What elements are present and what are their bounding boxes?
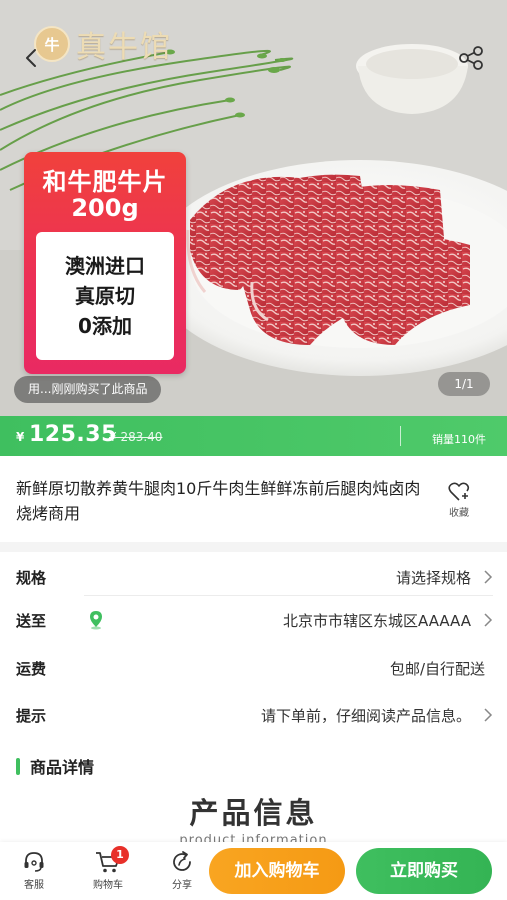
spec-label: 规格 (16, 569, 47, 587)
brand-name: 真牛馆 (76, 30, 172, 65)
cart-label: 购物车 (93, 880, 123, 891)
product-title-section: 新鲜原切散养黄牛腿肉10斤牛肉生鲜鲜冻前后腿肉炖卤肉烧烤商用 收藏 (0, 456, 507, 542)
customer-service-label: 客服 (24, 880, 44, 891)
cart-count-badge: 1 (111, 846, 129, 864)
spec-value: 请选择规格 (395, 569, 471, 587)
shipping-label: 运费 (16, 660, 47, 678)
product-detail-page: 牛 真牛馆 和牛肥牛片 200g 澳洲进口 真原切 0添加 用...刚刚购买了此… (0, 0, 507, 900)
details-heading-accent (16, 757, 20, 775)
buy-now-button[interactable]: 立即购买 (356, 848, 492, 894)
current-price: 125.35 (29, 422, 117, 447)
promo-tag-title: 和牛肥牛片 (42, 168, 168, 196)
shipping-value: 包邮/自行配送 (389, 660, 485, 678)
bottom-action-bar: 客服 1 购物车 分享 加入购物车 立即购买 (0, 842, 507, 900)
favorite-heart-icon (448, 482, 470, 501)
share-icon[interactable] (456, 44, 486, 72)
tip-value: 请下单前，仔细阅读产品信息。 (260, 707, 471, 725)
recent-buyer-notice: 用...刚刚购买了此商品 (14, 376, 162, 403)
price-bar: ¥ 125.35 ¥ 283.40 销量110件 (0, 416, 507, 456)
carousel-page-indicator: 1/1 (438, 372, 490, 396)
favorite-label: 收藏 (449, 508, 469, 519)
delivery-row[interactable]: 送至 北京市市辖区东城区AAAAA (0, 595, 507, 645)
chevron-right-icon (484, 613, 493, 627)
chevron-right-icon (484, 570, 493, 584)
details-heading: 商品详情 (16, 755, 94, 777)
promo-tag: 和牛肥牛片 200g 澳洲进口 真原切 0添加 (24, 152, 186, 374)
chevron-right-icon (484, 708, 493, 722)
product-title: 新鲜原切散养黄牛腿肉10斤牛肉生鲜鲜冻前后腿肉炖卤肉烧烤商用 (16, 479, 421, 523)
tip-row[interactable]: 提示 请下单前，仔细阅读产品信息。 (0, 690, 507, 740)
details-heading-text: 商品详情 (30, 758, 95, 777)
brand-logo: 牛 真牛馆 (34, 26, 172, 65)
promo-feature: 真原切 (75, 284, 135, 308)
delivery-label: 送至 (16, 612, 47, 630)
delivery-address: 北京市市辖区东城区AAAAA (283, 612, 471, 630)
shipping-row: 运费 包邮/自行配送 (0, 643, 507, 693)
back-icon[interactable] (18, 44, 46, 72)
share-refresh-icon (173, 851, 191, 871)
tip-label: 提示 (16, 707, 47, 725)
original-price: ¥ 283.40 (109, 430, 163, 444)
share-label: 分享 (172, 880, 192, 891)
row-divider (84, 595, 493, 596)
price-divider (400, 426, 401, 446)
sales-count: 销量110件 (432, 433, 486, 446)
cart-button[interactable]: 1 购物车 (84, 846, 132, 891)
location-pin-icon (90, 611, 102, 630)
promo-feature: 澳洲进口 (65, 254, 145, 278)
promo-tag-weight: 200g (71, 194, 139, 222)
customer-service-icon (24, 852, 44, 872)
section-divider (0, 542, 507, 552)
product-info-title: 产品信息 (189, 796, 318, 830)
currency-symbol: ¥ (16, 430, 25, 444)
product-image-carousel[interactable]: 牛 真牛馆 和牛肥牛片 200g 澳洲进口 真原切 0添加 用...刚刚购买了此… (0, 0, 507, 416)
promo-tag-features: 澳洲进口 真原切 0添加 (36, 232, 174, 360)
promo-feature: 0添加 (78, 314, 132, 338)
favorite-button[interactable]: 收藏 (444, 482, 474, 519)
customer-service-button[interactable]: 客服 (10, 850, 58, 891)
add-to-cart-button[interactable]: 加入购物车 (209, 848, 345, 894)
share-button[interactable]: 分享 (158, 850, 206, 891)
